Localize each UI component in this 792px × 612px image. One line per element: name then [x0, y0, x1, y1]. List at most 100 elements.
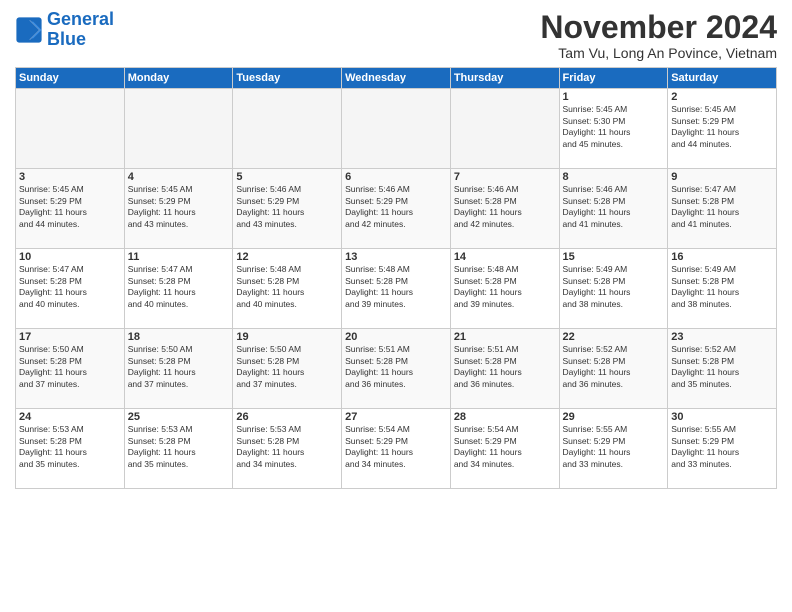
day-number: 27 [345, 411, 447, 423]
day-info: Sunrise: 5:51 AM Sunset: 5:28 PM Dayligh… [454, 344, 556, 390]
day-info: Sunrise: 5:46 AM Sunset: 5:28 PM Dayligh… [563, 184, 665, 230]
day-number: 12 [236, 251, 338, 263]
calendar-cell: 20Sunrise: 5:51 AM Sunset: 5:28 PM Dayli… [342, 329, 451, 409]
day-number: 24 [19, 411, 121, 423]
day-info: Sunrise: 5:48 AM Sunset: 5:28 PM Dayligh… [454, 264, 556, 310]
calendar-cell: 25Sunrise: 5:53 AM Sunset: 5:28 PM Dayli… [124, 409, 233, 489]
weekday-header-saturday: Saturday [668, 68, 777, 89]
day-info: Sunrise: 5:47 AM Sunset: 5:28 PM Dayligh… [671, 184, 773, 230]
calendar-cell: 8Sunrise: 5:46 AM Sunset: 5:28 PM Daylig… [559, 169, 668, 249]
day-number: 15 [563, 251, 665, 263]
calendar-cell: 17Sunrise: 5:50 AM Sunset: 5:28 PM Dayli… [16, 329, 125, 409]
calendar-cell: 12Sunrise: 5:48 AM Sunset: 5:28 PM Dayli… [233, 249, 342, 329]
logo-icon [15, 16, 43, 44]
weekday-header-wednesday: Wednesday [342, 68, 451, 89]
calendar-cell: 23Sunrise: 5:52 AM Sunset: 5:28 PM Dayli… [668, 329, 777, 409]
weekday-header-friday: Friday [559, 68, 668, 89]
day-number: 17 [19, 331, 121, 343]
day-info: Sunrise: 5:46 AM Sunset: 5:28 PM Dayligh… [454, 184, 556, 230]
calendar-cell: 19Sunrise: 5:50 AM Sunset: 5:28 PM Dayli… [233, 329, 342, 409]
day-info: Sunrise: 5:52 AM Sunset: 5:28 PM Dayligh… [671, 344, 773, 390]
calendar-cell: 11Sunrise: 5:47 AM Sunset: 5:28 PM Dayli… [124, 249, 233, 329]
calendar-cell: 24Sunrise: 5:53 AM Sunset: 5:28 PM Dayli… [16, 409, 125, 489]
day-info: Sunrise: 5:45 AM Sunset: 5:29 PM Dayligh… [671, 104, 773, 150]
day-info: Sunrise: 5:49 AM Sunset: 5:28 PM Dayligh… [671, 264, 773, 310]
day-number: 28 [454, 411, 556, 423]
day-number: 7 [454, 171, 556, 183]
calendar-cell: 5Sunrise: 5:46 AM Sunset: 5:29 PM Daylig… [233, 169, 342, 249]
calendar-cell: 7Sunrise: 5:46 AM Sunset: 5:28 PM Daylig… [450, 169, 559, 249]
day-number: 14 [454, 251, 556, 263]
calendar-cell [16, 89, 125, 169]
calendar-cell [233, 89, 342, 169]
day-number: 20 [345, 331, 447, 343]
calendar-table: SundayMondayTuesdayWednesdayThursdayFrid… [15, 67, 777, 489]
day-number: 22 [563, 331, 665, 343]
day-info: Sunrise: 5:45 AM Sunset: 5:29 PM Dayligh… [128, 184, 230, 230]
day-number: 2 [671, 91, 773, 103]
day-info: Sunrise: 5:52 AM Sunset: 5:28 PM Dayligh… [563, 344, 665, 390]
day-number: 13 [345, 251, 447, 263]
day-info: Sunrise: 5:45 AM Sunset: 5:30 PM Dayligh… [563, 104, 665, 150]
day-info: Sunrise: 5:47 AM Sunset: 5:28 PM Dayligh… [19, 264, 121, 310]
day-info: Sunrise: 5:50 AM Sunset: 5:28 PM Dayligh… [236, 344, 338, 390]
calendar-cell: 16Sunrise: 5:49 AM Sunset: 5:28 PM Dayli… [668, 249, 777, 329]
calendar-cell [450, 89, 559, 169]
page-header: General Blue November 2024 Tam Vu, Long … [15, 10, 777, 61]
day-number: 5 [236, 171, 338, 183]
day-info: Sunrise: 5:53 AM Sunset: 5:28 PM Dayligh… [236, 424, 338, 470]
calendar-cell: 3Sunrise: 5:45 AM Sunset: 5:29 PM Daylig… [16, 169, 125, 249]
day-info: Sunrise: 5:53 AM Sunset: 5:28 PM Dayligh… [19, 424, 121, 470]
day-number: 21 [454, 331, 556, 343]
day-info: Sunrise: 5:48 AM Sunset: 5:28 PM Dayligh… [345, 264, 447, 310]
calendar-cell: 9Sunrise: 5:47 AM Sunset: 5:28 PM Daylig… [668, 169, 777, 249]
day-number: 10 [19, 251, 121, 263]
calendar-cell: 13Sunrise: 5:48 AM Sunset: 5:28 PM Dayli… [342, 249, 451, 329]
calendar-cell: 27Sunrise: 5:54 AM Sunset: 5:29 PM Dayli… [342, 409, 451, 489]
day-number: 6 [345, 171, 447, 183]
calendar-cell: 14Sunrise: 5:48 AM Sunset: 5:28 PM Dayli… [450, 249, 559, 329]
calendar-cell: 29Sunrise: 5:55 AM Sunset: 5:29 PM Dayli… [559, 409, 668, 489]
month-title: November 2024 [540, 10, 777, 45]
calendar-cell: 30Sunrise: 5:55 AM Sunset: 5:29 PM Dayli… [668, 409, 777, 489]
day-info: Sunrise: 5:46 AM Sunset: 5:29 PM Dayligh… [345, 184, 447, 230]
day-info: Sunrise: 5:54 AM Sunset: 5:29 PM Dayligh… [454, 424, 556, 470]
day-number: 18 [128, 331, 230, 343]
day-number: 26 [236, 411, 338, 423]
day-info: Sunrise: 5:55 AM Sunset: 5:29 PM Dayligh… [671, 424, 773, 470]
day-number: 19 [236, 331, 338, 343]
calendar-cell: 18Sunrise: 5:50 AM Sunset: 5:28 PM Dayli… [124, 329, 233, 409]
weekday-header-tuesday: Tuesday [233, 68, 342, 89]
day-info: Sunrise: 5:45 AM Sunset: 5:29 PM Dayligh… [19, 184, 121, 230]
day-number: 30 [671, 411, 773, 423]
day-info: Sunrise: 5:46 AM Sunset: 5:29 PM Dayligh… [236, 184, 338, 230]
calendar-cell: 1Sunrise: 5:45 AM Sunset: 5:30 PM Daylig… [559, 89, 668, 169]
calendar-cell: 22Sunrise: 5:52 AM Sunset: 5:28 PM Dayli… [559, 329, 668, 409]
day-info: Sunrise: 5:51 AM Sunset: 5:28 PM Dayligh… [345, 344, 447, 390]
day-info: Sunrise: 5:49 AM Sunset: 5:28 PM Dayligh… [563, 264, 665, 310]
day-info: Sunrise: 5:48 AM Sunset: 5:28 PM Dayligh… [236, 264, 338, 310]
weekday-header-sunday: Sunday [16, 68, 125, 89]
weekday-header-thursday: Thursday [450, 68, 559, 89]
calendar-cell: 21Sunrise: 5:51 AM Sunset: 5:28 PM Dayli… [450, 329, 559, 409]
day-number: 25 [128, 411, 230, 423]
logo: General Blue [15, 10, 114, 50]
calendar-cell: 10Sunrise: 5:47 AM Sunset: 5:28 PM Dayli… [16, 249, 125, 329]
calendar-cell [124, 89, 233, 169]
day-info: Sunrise: 5:50 AM Sunset: 5:28 PM Dayligh… [19, 344, 121, 390]
day-number: 8 [563, 171, 665, 183]
day-info: Sunrise: 5:47 AM Sunset: 5:28 PM Dayligh… [128, 264, 230, 310]
calendar-cell: 4Sunrise: 5:45 AM Sunset: 5:29 PM Daylig… [124, 169, 233, 249]
day-number: 3 [19, 171, 121, 183]
title-block: November 2024 Tam Vu, Long An Povince, V… [540, 10, 777, 61]
calendar-cell: 28Sunrise: 5:54 AM Sunset: 5:29 PM Dayli… [450, 409, 559, 489]
location-title: Tam Vu, Long An Povince, Vietnam [540, 45, 777, 61]
weekday-header-monday: Monday [124, 68, 233, 89]
day-number: 23 [671, 331, 773, 343]
day-number: 29 [563, 411, 665, 423]
day-number: 9 [671, 171, 773, 183]
day-info: Sunrise: 5:55 AM Sunset: 5:29 PM Dayligh… [563, 424, 665, 470]
calendar-cell [342, 89, 451, 169]
day-number: 1 [563, 91, 665, 103]
day-number: 11 [128, 251, 230, 263]
